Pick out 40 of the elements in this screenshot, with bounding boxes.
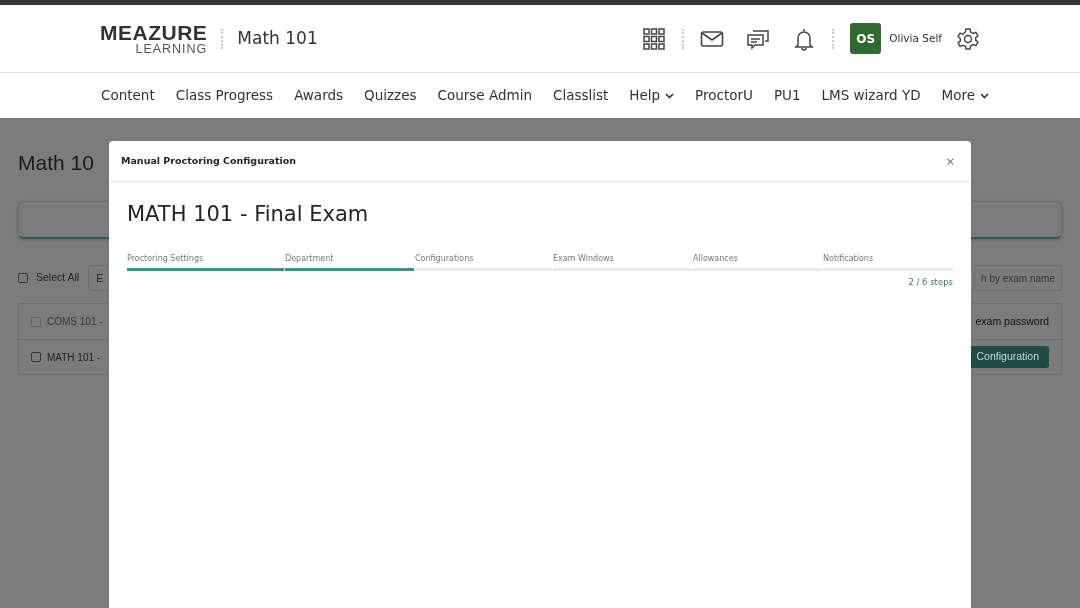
search-field[interactable]: h by exam name (974, 265, 1062, 292)
chevron-icon (980, 93, 989, 100)
nav-link[interactable]: Class Progress (175, 85, 274, 106)
user-avatar[interactable]: OS (850, 23, 882, 54)
close-button[interactable]: × (941, 155, 959, 167)
settings-icon[interactable] (956, 26, 980, 51)
nav-link[interactable]: Awards (294, 85, 344, 106)
logo-wordmark[interactable]: MEAZURE (100, 21, 208, 43)
nav-link[interactable]: Content (101, 85, 155, 106)
exam-name: COMS 101 - (47, 315, 103, 330)
grid-icon[interactable] (642, 26, 667, 51)
modal-title: Manual Proctoring Configuration (121, 153, 297, 168)
user-name[interactable]: Olivia Self (889, 30, 942, 47)
nav-link[interactable]: Help (629, 85, 675, 106)
row-action-text: exam password (975, 313, 1049, 329)
select-all-checkbox[interactable] (18, 273, 28, 284)
wizard-step[interactable]: Notifications (823, 253, 953, 272)
course-title: Math 101 (237, 26, 318, 50)
nav-link[interactable]: LMS wizard YD (821, 85, 921, 106)
logo-subtitle: LEARNING (135, 42, 208, 56)
wizard-step[interactable]: Allowances (693, 253, 822, 272)
nav-link[interactable]: Course Admin (437, 85, 532, 106)
row-checkbox[interactable] (31, 352, 41, 363)
nav-link[interactable]: Quizzes (364, 85, 417, 106)
nav-link[interactable]: More (941, 85, 989, 106)
select-all-label[interactable]: Select All (36, 270, 80, 287)
page-title: Math 10 (18, 150, 94, 176)
step-counter: 2 / 6 steps (907, 276, 953, 289)
nav-link[interactable]: ProctorU (695, 85, 753, 106)
exam-name: MATH 101 - (47, 350, 101, 365)
wizard-step[interactable]: Department (285, 253, 414, 272)
nav-link[interactable]: Classlist (552, 85, 609, 106)
exam-heading: MATH 101 - Final Exam (127, 202, 370, 228)
chevron-icon (665, 93, 675, 100)
bell-icon[interactable] (792, 26, 817, 51)
wizard-step[interactable]: Configurations (415, 253, 552, 272)
nav-link[interactable]: PU1 (773, 85, 801, 106)
wizard-step[interactable]: Exam Windows (553, 253, 692, 272)
wizard-step[interactable]: Proctoring Settings (127, 253, 284, 272)
configuration-button[interactable]: Configuration (968, 346, 1049, 369)
